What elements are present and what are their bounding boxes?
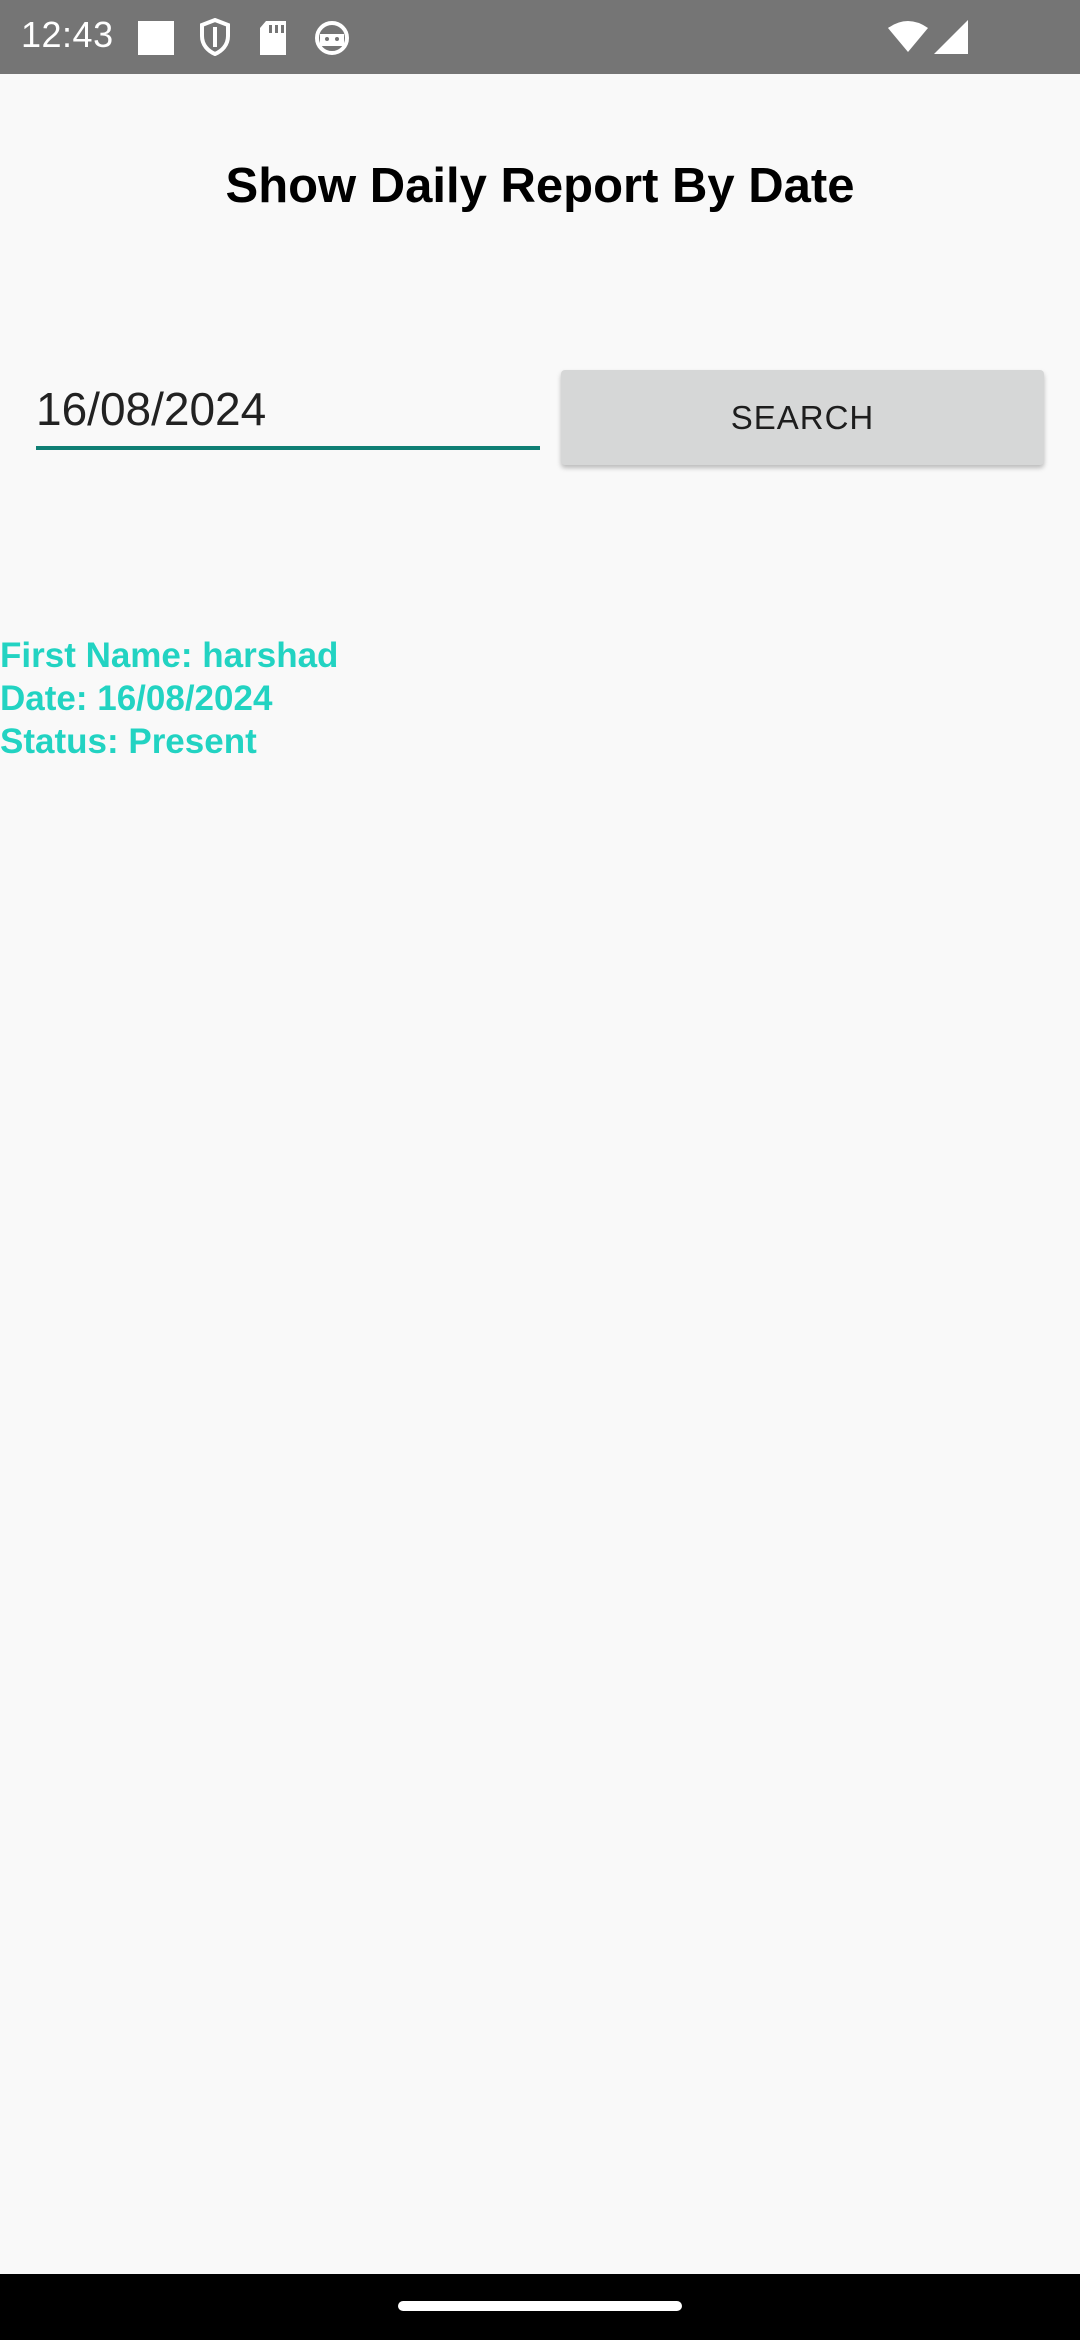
date-text: Date: 16/08/2024 [0, 679, 273, 718]
status-time: 12:43 [21, 14, 114, 55]
status-bar: 12:43 [0, 0, 1080, 74]
status-text: Status: Present [0, 722, 257, 761]
android-icon [314, 20, 350, 56]
date-input[interactable] [36, 378, 540, 450]
page-title: Show Daily Report By Date [225, 159, 855, 213]
cellular-signal-icon [934, 20, 968, 54]
report-result: First Name: harshad Date: 16/08/2024 Sta… [0, 634, 338, 763]
wifi-icon [888, 20, 928, 54]
navigation-bar [0, 2274, 1080, 2340]
first-name-text: First Name: harshad [0, 636, 339, 675]
search-button[interactable]: SEARCH [561, 370, 1044, 465]
square-notification-icon [136, 20, 176, 56]
shield-icon [199, 18, 231, 56]
home-indicator[interactable] [398, 2301, 682, 2311]
sd-card-icon [258, 20, 288, 56]
